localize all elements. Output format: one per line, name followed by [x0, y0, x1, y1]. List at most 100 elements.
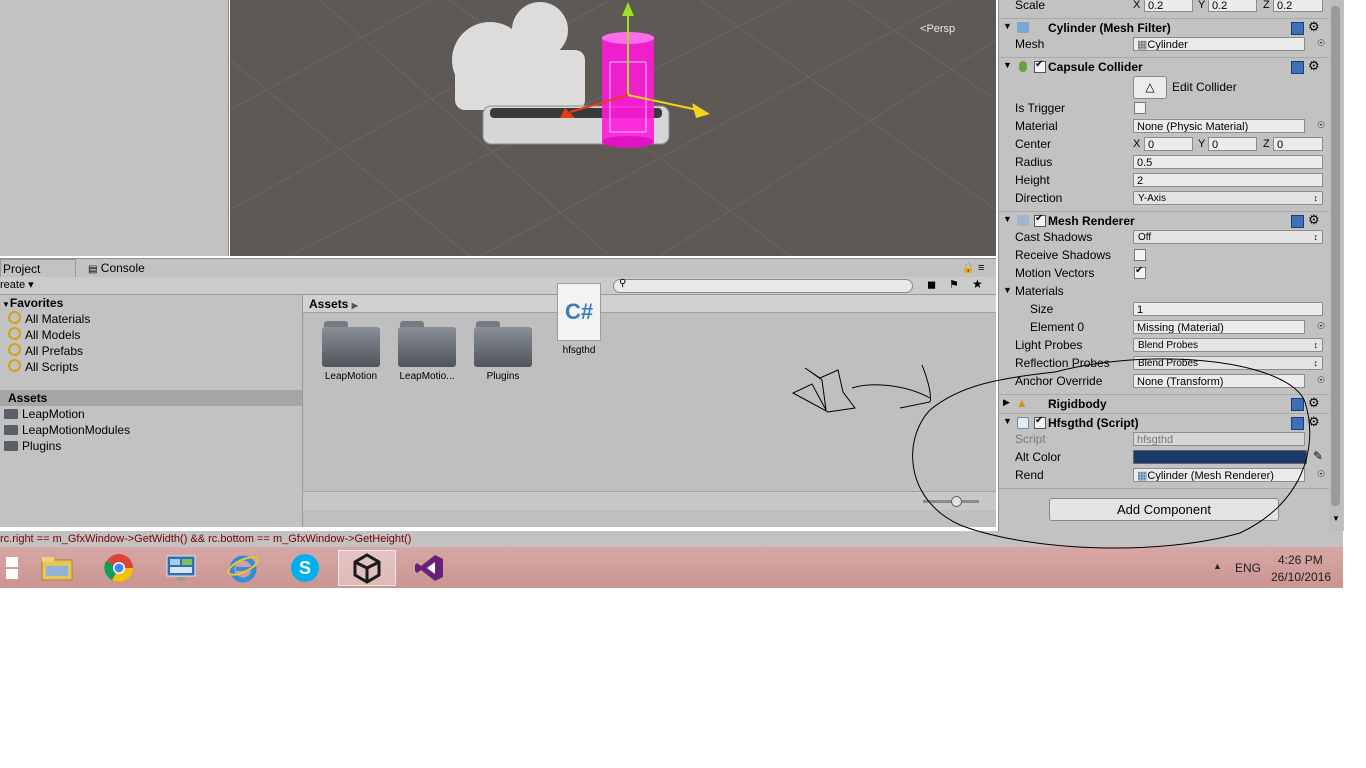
cast-shadows-dropdown[interactable]: Off — [1133, 230, 1323, 244]
object-picker-icon[interactable]: ☉ — [1317, 38, 1325, 49]
slider-knob[interactable] — [951, 496, 962, 507]
object-picker-icon[interactable]: ☉ — [1317, 120, 1325, 131]
gear-icon[interactable]: ⚙ — [1308, 19, 1320, 35]
foldout-arrow-icon[interactable]: ▶ — [1003, 397, 1010, 408]
favorite-item-all-prefabs[interactable]: All Prefabs — [8, 343, 83, 359]
help-book-icon[interactable] — [1291, 22, 1304, 35]
scene-canvas[interactable] — [230, 0, 996, 256]
help-book-icon[interactable] — [1291, 398, 1304, 411]
scale-y-field[interactable]: 0.2 — [1208, 0, 1257, 12]
center-x-field[interactable]: 0 — [1144, 137, 1193, 151]
tab-console[interactable]: ▤ Console — [86, 259, 158, 276]
favorite-item-all-scripts[interactable]: All Scripts — [8, 359, 78, 375]
rigidbody-header[interactable]: ▶ ▲ Rigidbody ⚙ — [999, 394, 1329, 413]
help-book-icon[interactable] — [1291, 417, 1304, 430]
capsule-collider-header[interactable]: ▼ Capsule Collider ⚙ — [999, 57, 1329, 76]
motion-vectors-checkbox[interactable] — [1134, 265, 1146, 279]
radius-field[interactable]: 0.5 — [1133, 155, 1323, 169]
language-indicator[interactable]: ENG — [1235, 561, 1261, 575]
taskbar-control-panel[interactable] — [152, 550, 210, 586]
create-dropdown[interactable]: reate ▾ — [0, 278, 34, 291]
asset-folder-leapmotionmodules[interactable]: LeapMotio... — [389, 321, 465, 382]
is-trigger-checkbox[interactable] — [1134, 102, 1146, 114]
eyedropper-icon[interactable]: ✎ — [1313, 449, 1323, 463]
breadcrumb-assets[interactable]: Assets — [309, 297, 348, 311]
rend-field[interactable]: ▦Cylinder (Mesh Renderer) — [1133, 468, 1305, 482]
taskbar-chrome[interactable] — [90, 550, 148, 586]
favorite-star-icon[interactable]: ★ — [972, 277, 983, 291]
help-book-icon[interactable] — [1291, 61, 1304, 74]
light-probes-dropdown[interactable]: Blend Probes — [1133, 338, 1323, 352]
foldout-arrow-icon[interactable]: ▼ — [1003, 285, 1012, 295]
gear-icon[interactable]: ⚙ — [1308, 58, 1320, 74]
light-probes-row: Light Probes Blend Probes — [999, 337, 1329, 354]
favorites-header[interactable]: ▼Favorites — [2, 295, 63, 311]
tree-item-leapmotion[interactable]: LeapMotion — [4, 406, 85, 422]
object-picker-icon[interactable]: ☉ — [1317, 321, 1325, 332]
center-z-field[interactable]: 0 — [1273, 137, 1323, 151]
foldout-arrow-icon[interactable]: ▼ — [1003, 60, 1012, 70]
mesh-field[interactable]: ▦Cylinder — [1133, 37, 1305, 51]
icon-size-slider[interactable] — [923, 496, 979, 507]
asset-folder-leapmotion[interactable]: LeapMotion — [313, 321, 389, 382]
help-book-icon[interactable] — [1291, 215, 1304, 228]
inspector-scrollbar[interactable]: ▼ — [1329, 0, 1343, 531]
lock-icon[interactable]: 🔒 — [962, 263, 974, 274]
component-enabled-checkbox[interactable] — [1034, 59, 1046, 73]
taskbar-visual-studio[interactable] — [400, 550, 458, 586]
object-picker-icon[interactable]: ☉ — [1317, 469, 1325, 480]
expand-arrow-icon[interactable]: ▼ — [2, 300, 10, 309]
component-enabled-checkbox[interactable] — [1034, 415, 1046, 429]
clock-date[interactable]: 26/10/2016 — [1271, 570, 1331, 584]
scale-x-field[interactable]: 0.2 — [1144, 0, 1193, 12]
mesh-renderer-header[interactable]: ▼ Mesh Renderer ⚙ — [999, 211, 1329, 230]
center-y-field[interactable]: 0 — [1208, 137, 1257, 151]
filter-type-icon[interactable]: ◼ — [927, 278, 936, 291]
foldout-arrow-icon[interactable]: ▼ — [1003, 214, 1012, 224]
console-status-bar[interactable]: rc.right == m_GfxWindow->GetWidth() && r… — [0, 531, 1343, 547]
direction-dropdown[interactable]: Y-Axis — [1133, 191, 1323, 205]
script-component-header[interactable]: ▼ Hfsgthd (Script) ⚙ — [999, 413, 1329, 432]
assets-root-item[interactable]: Assets — [0, 390, 302, 406]
foldout-arrow-icon[interactable]: ▼ — [1003, 416, 1012, 426]
gear-icon[interactable]: ⚙ — [1308, 395, 1320, 411]
alt-color-swatch[interactable] — [1133, 450, 1307, 464]
taskbar-internet-explorer[interactable] — [214, 550, 272, 586]
object-picker-icon[interactable]: ☉ — [1317, 375, 1325, 386]
panel-menu-icon[interactable]: ≡ — [978, 262, 984, 274]
gear-icon[interactable]: ⚙ — [1308, 414, 1320, 430]
foldout-arrow-icon[interactable]: ▼ — [1003, 21, 1012, 31]
asset-folder-plugins[interactable]: Plugins — [465, 321, 541, 382]
filter-label-icon[interactable]: ⚑ — [949, 278, 959, 291]
asset-script-hfsgthd[interactable]: C# hfsgthd — [541, 283, 617, 356]
reflection-probes-dropdown[interactable]: Blend Probes — [1133, 356, 1323, 370]
persp-label[interactable]: <Persp — [920, 23, 955, 35]
physic-material-field[interactable]: None (Physic Material) — [1133, 119, 1305, 133]
gear-icon[interactable]: ⚙ — [1308, 212, 1320, 228]
element0-field[interactable]: Missing (Material) — [1133, 320, 1305, 334]
tree-item-plugins[interactable]: Plugins — [4, 438, 61, 454]
add-component-button[interactable]: Add Component — [1049, 498, 1279, 521]
receive-shadows-checkbox[interactable] — [1134, 249, 1146, 261]
favorite-item-all-materials[interactable]: All Materials — [8, 311, 90, 327]
show-hidden-icons-arrow-icon[interactable]: ▲ — [1213, 561, 1222, 571]
anchor-override-field[interactable]: None (Transform) — [1133, 374, 1305, 388]
component-enabled-checkbox[interactable] — [1034, 213, 1046, 227]
tree-item-leapmotionmodules[interactable]: LeapMotionModules — [4, 422, 130, 438]
taskbar-unity[interactable] — [338, 550, 396, 586]
mesh-filter-header[interactable]: ▼ Cylinder (Mesh Filter) ⚙ — [999, 18, 1329, 37]
materials-row[interactable]: ▼ Materials — [999, 283, 1329, 300]
edit-collider-button[interactable]: △ — [1133, 76, 1167, 99]
favorite-item-all-models[interactable]: All Models — [8, 327, 80, 343]
scroll-down-arrow-icon[interactable]: ▼ — [1332, 514, 1340, 523]
scale-z-field[interactable]: 0.2 — [1273, 0, 1323, 12]
taskbar-file-explorer[interactable] — [28, 550, 86, 586]
scrollbar-thumb[interactable] — [1331, 6, 1340, 506]
search-input[interactable]: ⚲ — [613, 278, 913, 293]
clock-time[interactable]: 4:26 PM — [1278, 553, 1323, 567]
tab-project[interactable]: Project — [0, 259, 76, 277]
materials-size-field[interactable]: 1 — [1133, 302, 1323, 316]
height-field[interactable]: 2 — [1133, 173, 1323, 187]
taskbar-skype[interactable]: S — [276, 550, 334, 586]
scene-view[interactable]: <Persp — [230, 0, 996, 256]
